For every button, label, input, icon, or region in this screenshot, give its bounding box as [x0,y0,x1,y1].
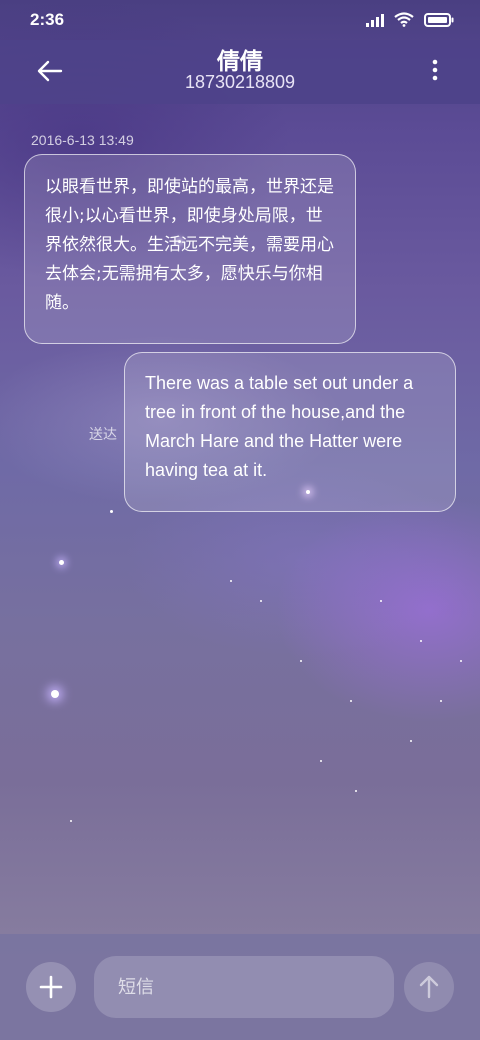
outgoing-message-bubble[interactable]: There was a table set out under a tree i… [124,352,456,512]
star [440,700,442,702]
star [320,760,322,762]
message-text: 以眼看世界，即使站的最高，世界还是很小;以心看世界，即使身处局限，世界依然很大。… [45,177,334,313]
arrow-up-icon [419,975,439,999]
star [230,580,232,582]
battery-icon [424,12,454,27]
incoming-message-bubble[interactable]: 以眼看世界，即使站的最高，世界还是很小;以心看世界，即使身处局限，世界依然很大。… [24,154,356,344]
contact-name: 倩倩 [217,49,263,75]
star [51,690,59,698]
message-timestamp: 2016-6-13 13:49 [31,132,134,148]
star [260,600,262,602]
star [350,700,352,702]
send-button[interactable] [404,962,454,1012]
more-options-button[interactable] [430,58,440,82]
more-vertical-icon [432,59,438,81]
message-input[interactable] [94,956,394,1018]
conversation-header: 倩倩 18730218809 [0,40,480,104]
status-icons [366,12,454,27]
contact-number: 18730218809 [184,72,296,92]
add-attachment-button[interactable] [26,962,76,1012]
star [110,510,113,513]
delivery-status: 送达 [89,427,117,443]
signal-icon [366,13,384,27]
star [70,820,72,822]
wifi-icon [394,12,414,27]
composer-bar [0,934,480,1040]
star [300,660,302,662]
star [380,600,382,602]
plus-icon [39,975,63,999]
star [59,560,64,565]
status-time: 2:36 [30,10,65,29]
star [460,660,462,662]
star [420,640,422,642]
status-bar: 2:36 [0,0,480,40]
star [410,740,412,742]
message-text: There was a table set out under a tree i… [145,373,414,480]
star [355,790,357,792]
